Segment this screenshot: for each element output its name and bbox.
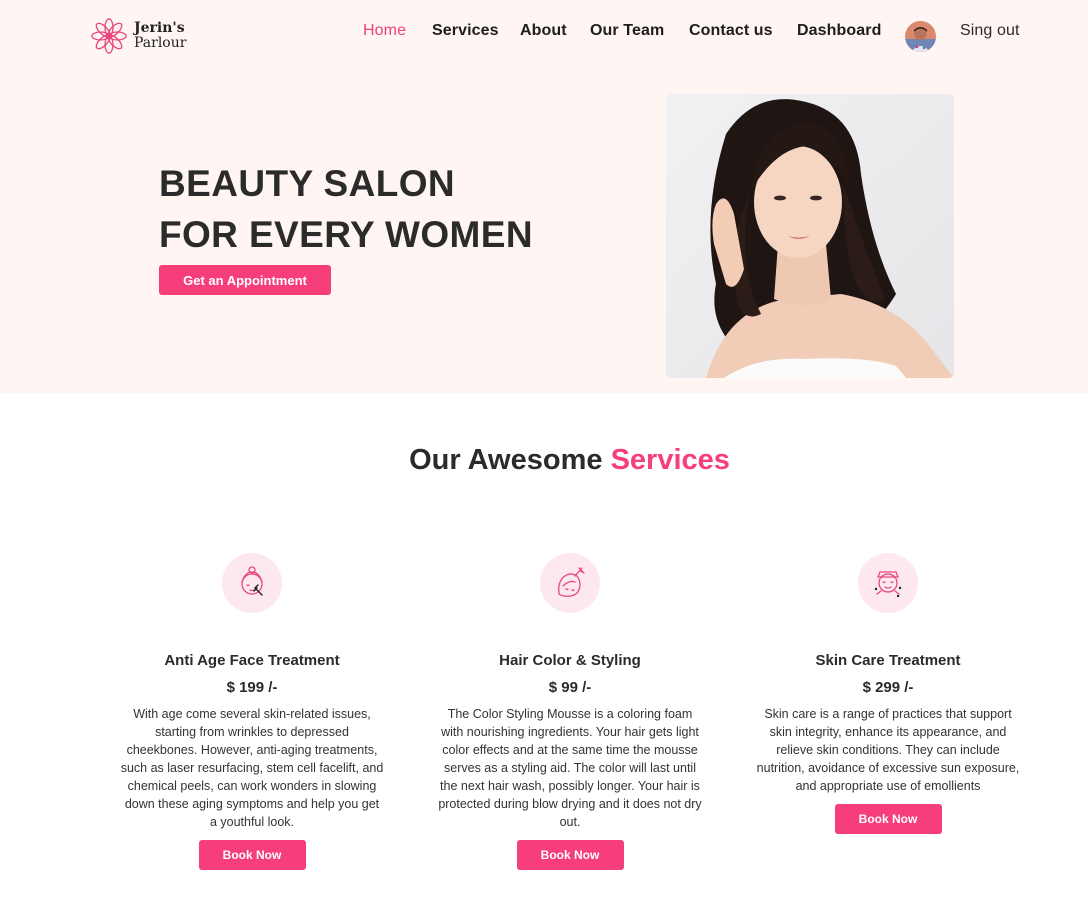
service-price: $ 99 /- <box>548 679 592 696</box>
avatar-photo-icon <box>905 21 936 52</box>
service-card-skin-care: Skin Care Treatment $ 299 /- Skin care i… <box>753 553 1023 834</box>
nav-our-team[interactable]: Our Team <box>590 22 664 40</box>
book-now-button[interactable]: Book Now <box>834 804 942 834</box>
service-card-hair-styling: Hair Color & Styling $ 99 /- The Color S… <box>435 553 705 870</box>
services-heading: Our Awesome Services <box>0 444 1088 477</box>
service-card-face-treatment: Anti Age Face Treatment $ 199 /- With ag… <box>117 553 387 870</box>
service-title: Anti Age Face Treatment <box>164 652 340 669</box>
skin-care-icon <box>874 571 902 598</box>
nav-services[interactable]: Services <box>432 22 499 40</box>
hero-model-photo <box>666 94 954 378</box>
brand-name-line2: Parlour <box>134 35 187 51</box>
sign-out-link[interactable]: Sing out <box>960 22 1020 40</box>
nav-about[interactable]: About <box>520 22 567 40</box>
nav-home[interactable]: Home <box>363 22 406 40</box>
service-description: With age come several skin-related issue… <box>120 707 384 829</box>
user-avatar[interactable] <box>905 21 936 52</box>
book-now-button[interactable]: Book Now <box>516 840 624 870</box>
service-icon-circle <box>858 553 918 613</box>
get-appointment-button[interactable]: Get an Appointment <box>159 265 331 295</box>
woman-portrait-image <box>666 94 954 378</box>
nav-dashboard[interactable]: Dashboard <box>797 22 881 40</box>
face-treatment-icon <box>241 566 263 596</box>
hero-title-line2: FOR EVERY WOMEN <box>159 214 533 255</box>
service-icon-circle <box>540 553 600 613</box>
service-title: Skin Care Treatment <box>815 652 961 669</box>
service-description: Skin care is a range of practices that s… <box>756 707 1020 793</box>
hero-title-line1: BEAUTY SALON <box>159 163 456 204</box>
service-title: Hair Color & Styling <box>499 652 641 669</box>
book-now-button[interactable]: Book Now <box>198 840 306 870</box>
hero-title: BEAUTY SALON FOR EVERY WOMEN <box>159 158 533 260</box>
lotus-logo-icon <box>91 18 127 54</box>
service-description: The Color Styling Mousse is a coloring f… <box>438 707 702 829</box>
services-heading-accent: Services <box>610 444 730 476</box>
services-heading-prefix: Our Awesome <box>409 444 603 476</box>
hair-styling-icon <box>558 567 585 597</box>
brand-logo[interactable]: Jerin's Parlour <box>90 17 186 55</box>
brand-name-line1: Jerin's <box>134 20 185 36</box>
service-price: $ 199 /- <box>226 679 278 696</box>
service-price: $ 299 /- <box>862 679 914 696</box>
service-icon-circle <box>222 553 282 613</box>
nav-contact-us[interactable]: Contact us <box>689 22 773 40</box>
